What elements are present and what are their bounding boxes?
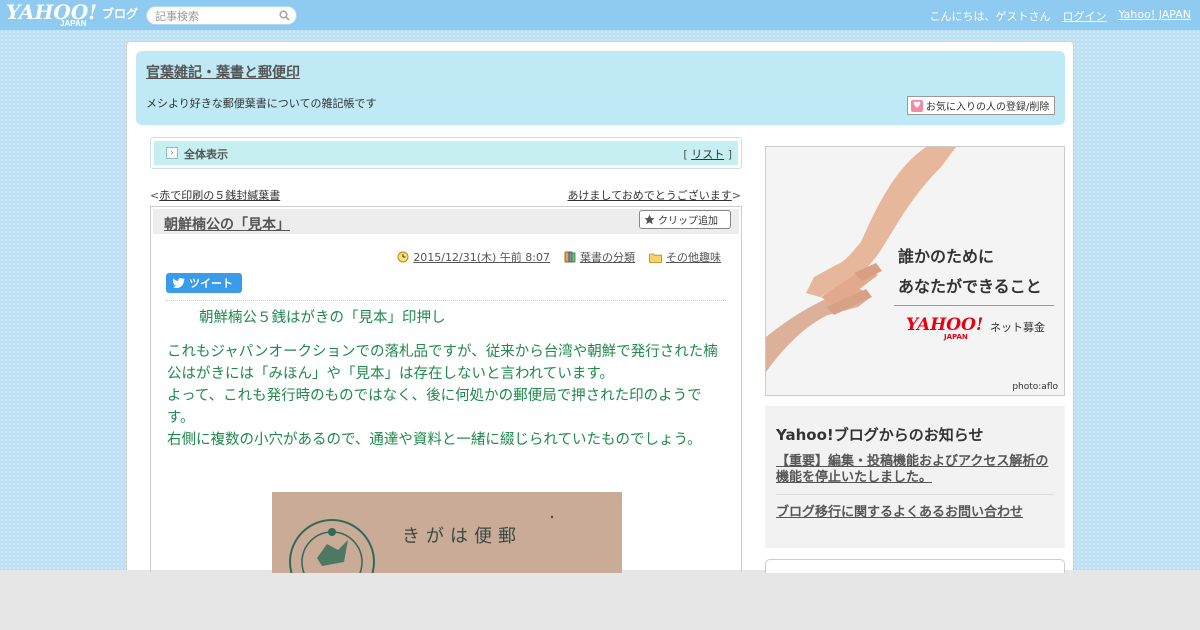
blog-notice-box: Yahoo!ブログからのお知らせ 【重要】編集・投稿機能およびアクセス解析の機能… <box>765 406 1065 548</box>
user-links: こんにちは、ゲストさん ログイン Yahoo! JAPAN <box>929 8 1191 24</box>
blog-page: 官葉雑記・葉書と郵便印 メシより好きな郵便葉書についての雑記帳です ♥ お気に入… <box>126 41 1074 573</box>
notice-divider <box>776 494 1054 495</box>
tweet-button[interactable]: ツイート <box>166 273 242 293</box>
star-icon <box>644 214 655 225</box>
greeting-text: こんにちは、ゲストさん <box>929 10 1051 23</box>
favorite-register-label: お気に入りの人の登録/削除 <box>926 102 1050 113</box>
list-bracket-open: [ <box>683 148 688 161</box>
tweet-label: ツイート <box>189 277 233 290</box>
blog-description: メシより好きな郵便葉書についての雑記帳です <box>146 97 377 110</box>
prev-marker: < <box>150 189 160 202</box>
next-marker: > <box>731 189 741 202</box>
next-article-link[interactable]: あけましておめでとうございます <box>567 189 731 202</box>
clip-add-label: クリップ追加 <box>658 216 718 227</box>
ad-photo-credit: photo:aflo <box>1012 382 1058 392</box>
favorite-register-button[interactable]: ♥ お気に入りの人の登録/削除 <box>907 96 1055 115</box>
list-bracket-close: ] <box>727 148 732 161</box>
all-view-bar: › 全体表示 [ リスト ] <box>150 137 742 169</box>
article-date-link[interactable]: 2015/12/31(木) 午前 8:07 <box>413 249 550 265</box>
article-divider <box>166 300 726 301</box>
search-icon[interactable] <box>279 10 290 21</box>
postcard-illustration: きがは便郵 <box>272 492 622 573</box>
ad-yahoo-logo: YAHOO! <box>906 315 984 335</box>
notice-title: Yahoo!ブログからのお知らせ <box>776 426 984 444</box>
blog-logo-label[interactable]: ブログ <box>102 5 138 22</box>
twitter-bird-icon <box>173 278 185 288</box>
next-article: あけましておめでとうございます> <box>567 187 741 203</box>
category-link[interactable]: 葉書の分類 <box>580 249 635 265</box>
postcard-text: きがは便郵 <box>402 526 522 547</box>
yahoo-japan-link[interactable]: Yahoo! JAPAN <box>1118 8 1191 24</box>
clip-add-button[interactable]: クリップ追加 <box>639 210 731 229</box>
all-view-inner: › 全体表示 [ リスト ] <box>154 141 738 165</box>
login-link[interactable]: ログイン <box>1062 8 1106 24</box>
chevron-right-icon[interactable]: › <box>166 147 178 159</box>
all-view-link[interactable]: 全体表示 <box>184 146 228 162</box>
article-paragraph: 右側に複数の小穴があるので、通達や資料と一緒に綴じられていたものでしょう。 <box>167 432 702 448</box>
postcard-image[interactable]: きがは便郵 <box>272 492 622 573</box>
heart-icon: ♥ <box>911 99 923 112</box>
list-view-control: [ リスト ] <box>683 146 732 162</box>
search-box[interactable] <box>146 6 297 25</box>
article-date: 2015/12/31(木) 午前 8:07 <box>397 249 550 265</box>
article-header: 朝鮮楠公の「見本」 クリップ追加 <box>153 209 739 234</box>
prev-article: <赤で印刷の５銭封緘葉書 <box>150 187 280 203</box>
book-icon <box>564 251 576 263</box>
ad-yahoo-logo-japan: JAPAN <box>944 333 968 341</box>
top-navigation-bar: YAHOO! JAPAN ブログ こんにちは、ゲストさん ログイン Yahoo!… <box>0 0 1200 30</box>
blog-title[interactable]: 官葉雑記・葉書と郵便印 <box>146 62 300 82</box>
notice-link-faq[interactable]: ブログ移行に関するよくあるお問い合わせ <box>776 501 1023 520</box>
blog-header: 官葉雑記・葉書と郵便印 メシより好きな郵便葉書についての雑記帳です ♥ お気に入… <box>136 51 1065 125</box>
article-title[interactable]: 朝鮮楠公の「見本」 <box>164 214 290 234</box>
genre-link[interactable]: その他趣味 <box>666 249 721 265</box>
article-paragraph: これもジャパンオークションでの落札品ですが、従来から台湾や朝鮮で発行された楠公は… <box>167 344 718 382</box>
article-category: 葉書の分類 <box>564 249 635 265</box>
ad-headline-1: 誰かのために <box>898 247 995 266</box>
article: 朝鮮楠公の「見本」 クリップ追加 2015/12/31(木) 午前 8:07 葉… <box>150 206 742 573</box>
list-link[interactable]: リスト <box>691 148 724 161</box>
handshake-image <box>766 147 1064 395</box>
clock-icon <box>397 251 409 263</box>
ad-service-name: ネット募金 <box>990 321 1045 334</box>
prev-article-link[interactable]: 赤で印刷の５銭封緘葉書 <box>159 189 280 202</box>
footer-band <box>0 570 1200 630</box>
donation-ad-banner[interactable]: 誰かのために あなたができること YAHOO! JAPAN ネット募金 phot… <box>765 146 1065 396</box>
sidebar-box <box>765 559 1065 573</box>
article-paragraph: よって、これも発行時のものではなく、後に何処かの郵便局で押された印のようです。 <box>167 388 702 426</box>
search-input[interactable] <box>155 9 275 23</box>
notice-link-important[interactable]: 【重要】編集・投稿機能およびアクセス解析の機能を停止いたしました。 <box>776 454 1058 486</box>
yahoo-logo-japan: JAPAN <box>60 19 87 28</box>
ad-headline-2: あなたができること <box>898 277 1042 296</box>
article-meta: 2015/12/31(木) 午前 8:07 葉書の分類 その他趣味 <box>397 249 721 265</box>
article-body: 朝鮮楠公５銭はがきの「見本」印押し これもジャパンオークションでの落札品ですが、… <box>167 307 729 451</box>
folder-icon <box>649 253 662 263</box>
article-genre: その他趣味 <box>649 249 721 265</box>
ad-divider <box>894 305 1054 306</box>
article-lead: 朝鮮楠公５銭はがきの「見本」印押し <box>199 310 446 326</box>
